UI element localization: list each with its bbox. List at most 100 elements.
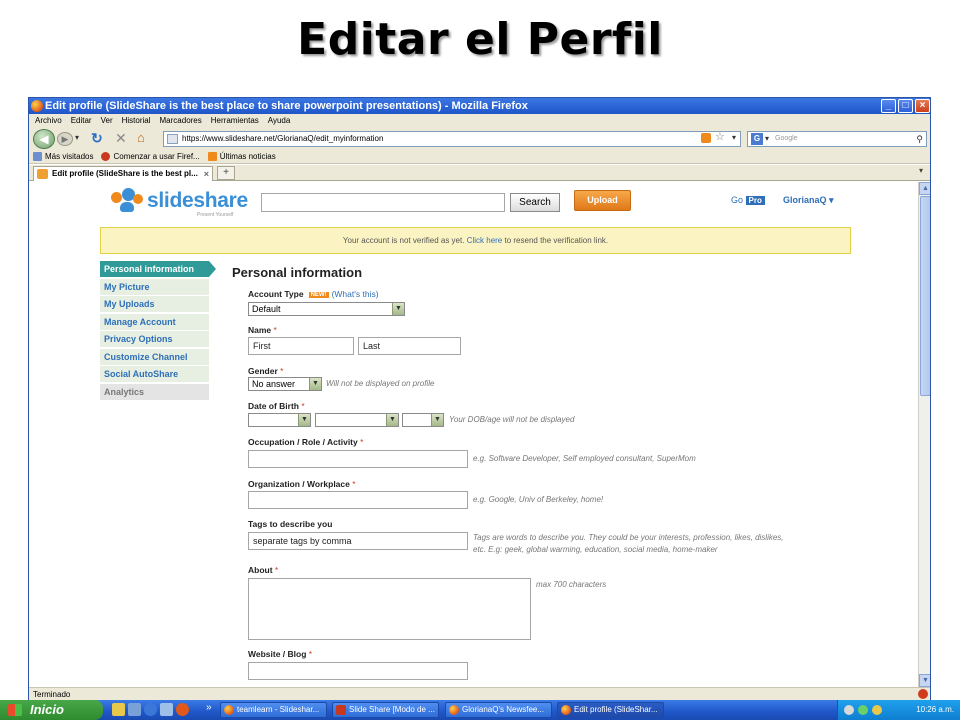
- logo-text: slideshare: [147, 189, 248, 212]
- sidebar-item-personal-information[interactable]: Personal information: [100, 261, 216, 277]
- taskbar-item-edit-profile[interactable]: Edit profile (SlideShar...: [557, 702, 664, 718]
- whats-this-link[interactable]: (What's this): [332, 289, 379, 299]
- tab-list-icon[interactable]: ▾: [914, 166, 928, 180]
- search-engine-dropdown-icon[interactable]: ▾: [765, 132, 769, 146]
- ie-icon[interactable]: [144, 703, 157, 716]
- dob-year-select[interactable]: ▼: [402, 413, 444, 427]
- status-warning-icon[interactable]: [918, 689, 928, 699]
- user-menu[interactable]: GlorianaQ ▾: [783, 195, 834, 206]
- taskbar-item-slide-share[interactable]: Slide Share [Modo de ...: [332, 702, 439, 718]
- occupation-label-text: Occupation / Role / Activity: [248, 437, 358, 447]
- bookmark-latest-news[interactable]: Últimas noticias: [207, 150, 276, 163]
- about-label-text: About: [248, 565, 273, 575]
- scroll-down-icon[interactable]: ▼: [919, 674, 930, 687]
- stop-icon[interactable]: ✕: [115, 130, 127, 147]
- sidebar-item-analytics[interactable]: Analytics: [100, 383, 209, 400]
- dob-month-select[interactable]: ▼: [315, 413, 399, 427]
- verification-notice: Your account is not verified as yet. Cli…: [100, 227, 851, 254]
- taskbar-item-teamlearn[interactable]: teamlearn - Slideshar...: [220, 702, 327, 718]
- menu-historial[interactable]: Historial: [122, 114, 151, 128]
- dob-day-select[interactable]: ▼: [248, 413, 311, 427]
- home-icon[interactable]: ⌂: [137, 130, 145, 145]
- taskbar-item-newsfeed[interactable]: GlorianaQ's Newsfee...: [445, 702, 552, 718]
- sidebar-item-social-autoshare[interactable]: Social AutoShare: [100, 366, 209, 382]
- organization-field[interactable]: [248, 491, 468, 509]
- magnifier-icon[interactable]: ⚲: [916, 132, 923, 146]
- reload-icon[interactable]: ↻: [91, 130, 103, 147]
- occupation-field[interactable]: [248, 450, 468, 468]
- firefox-icon: [31, 100, 43, 112]
- navigation-toolbar: ◀ ▶ ▾ ↻ ✕ ⌂ https://www.slideshare.net/G…: [29, 128, 930, 150]
- sidebar-item-privacy-options[interactable]: Privacy Options: [100, 331, 209, 347]
- sidebar-item-my-picture[interactable]: My Picture: [100, 278, 209, 295]
- new-tab-button[interactable]: +: [217, 166, 235, 180]
- bookmark-getting-started[interactable]: Comenzar a usar Firef...: [101, 150, 200, 163]
- site-identity-icon[interactable]: [167, 134, 178, 144]
- tray-icon[interactable]: [844, 705, 854, 715]
- site-search-input[interactable]: [261, 193, 505, 212]
- sidebar-item-manage-account[interactable]: Manage Account: [100, 313, 209, 330]
- sidebar-item-customize-channel[interactable]: Customize Channel: [100, 348, 209, 365]
- upload-button[interactable]: Upload: [574, 190, 631, 211]
- about-label: About *: [248, 565, 278, 575]
- history-dropdown-icon[interactable]: ▾: [75, 133, 79, 142]
- account-type-label: Account Type NEW! (What's this): [248, 289, 379, 299]
- forward-arrow-icon[interactable]: ▶: [57, 132, 73, 146]
- first-name-field[interactable]: First: [248, 337, 354, 355]
- minimize-button[interactable]: _: [881, 99, 896, 113]
- last-name-field[interactable]: Last: [358, 337, 461, 355]
- tags-field[interactable]: separate tags by comma: [248, 532, 468, 550]
- tray-icon[interactable]: [858, 705, 868, 715]
- scroll-up-icon[interactable]: ▲: [919, 182, 930, 195]
- rss-feed-icon[interactable]: [701, 133, 711, 143]
- resend-verification-link[interactable]: Click here: [467, 236, 503, 245]
- gender-hint: Will not be displayed on profile: [326, 379, 435, 388]
- name-label: Name *: [248, 325, 277, 335]
- required-mark: *: [274, 565, 279, 575]
- chevron-down-icon: ▼: [431, 414, 443, 426]
- close-button[interactable]: ×: [915, 99, 930, 113]
- menu-ver[interactable]: Ver: [101, 114, 113, 128]
- tab-edit-profile[interactable]: Edit profile (SlideShare is the best pl.…: [33, 166, 213, 181]
- back-arrow-icon[interactable]: ◀: [33, 129, 55, 149]
- maximize-button[interactable]: □: [898, 99, 913, 113]
- window-titlebar[interactable]: Edit profile (SlideShare is the best pla…: [29, 98, 930, 114]
- quicklaunch-overflow-icon[interactable]: »: [206, 702, 212, 713]
- scroll-thumb[interactable]: [920, 196, 930, 396]
- quicklaunch-app-icon[interactable]: [160, 703, 173, 716]
- google-icon[interactable]: G: [751, 133, 763, 145]
- system-tray: 10:26 a.m.: [837, 700, 960, 720]
- section-title: Personal information: [232, 265, 363, 280]
- dob-label-text: Date of Birth: [248, 401, 299, 411]
- status-bar: Terminado: [29, 687, 930, 700]
- url-dropdown-icon[interactable]: ▾: [732, 133, 736, 142]
- required-mark: *: [273, 325, 277, 335]
- firefox-quicklaunch-icon[interactable]: [176, 703, 189, 716]
- clock[interactable]: 10:26 a.m.: [916, 700, 954, 720]
- quicklaunch-app-icon[interactable]: [112, 703, 125, 716]
- go-pro-link[interactable]: Go Pro: [731, 195, 765, 205]
- menu-archivo[interactable]: Archivo: [35, 114, 62, 128]
- about-textarea[interactable]: [248, 578, 531, 640]
- menu-marcadores[interactable]: Marcadores: [160, 114, 202, 128]
- tab-close-icon[interactable]: ×: [204, 167, 209, 181]
- website-field[interactable]: [248, 662, 468, 680]
- vertical-scrollbar[interactable]: ▲ ▼: [918, 182, 930, 687]
- address-bar[interactable]: https://www.slideshare.net/GlorianaQ/edi…: [163, 131, 741, 147]
- menu-ayuda[interactable]: Ayuda: [268, 114, 291, 128]
- menu-editar[interactable]: Editar: [71, 114, 92, 128]
- tray-icon[interactable]: [872, 705, 882, 715]
- sidebar-item-my-uploads[interactable]: My Uploads: [100, 296, 209, 312]
- windows-logo-icon: [8, 704, 22, 716]
- search-engine-box[interactable]: G ▾ Google ⚲: [747, 131, 927, 147]
- menu-herramientas[interactable]: Herramientas: [211, 114, 259, 128]
- website-label: Website / Blog *: [248, 649, 312, 659]
- quicklaunch-app-icon[interactable]: [128, 703, 141, 716]
- start-button[interactable]: Inicio: [0, 700, 103, 720]
- page-content: slideshare Present Yourself Search Uploa…: [29, 182, 918, 687]
- bookmark-most-visited[interactable]: Más visitados: [33, 150, 93, 163]
- site-search-button[interactable]: Search: [510, 193, 560, 212]
- gender-select[interactable]: No answer ▼: [248, 377, 322, 391]
- bookmark-star-icon[interactable]: ☆: [715, 130, 725, 143]
- account-type-select[interactable]: Default ▼: [248, 302, 405, 316]
